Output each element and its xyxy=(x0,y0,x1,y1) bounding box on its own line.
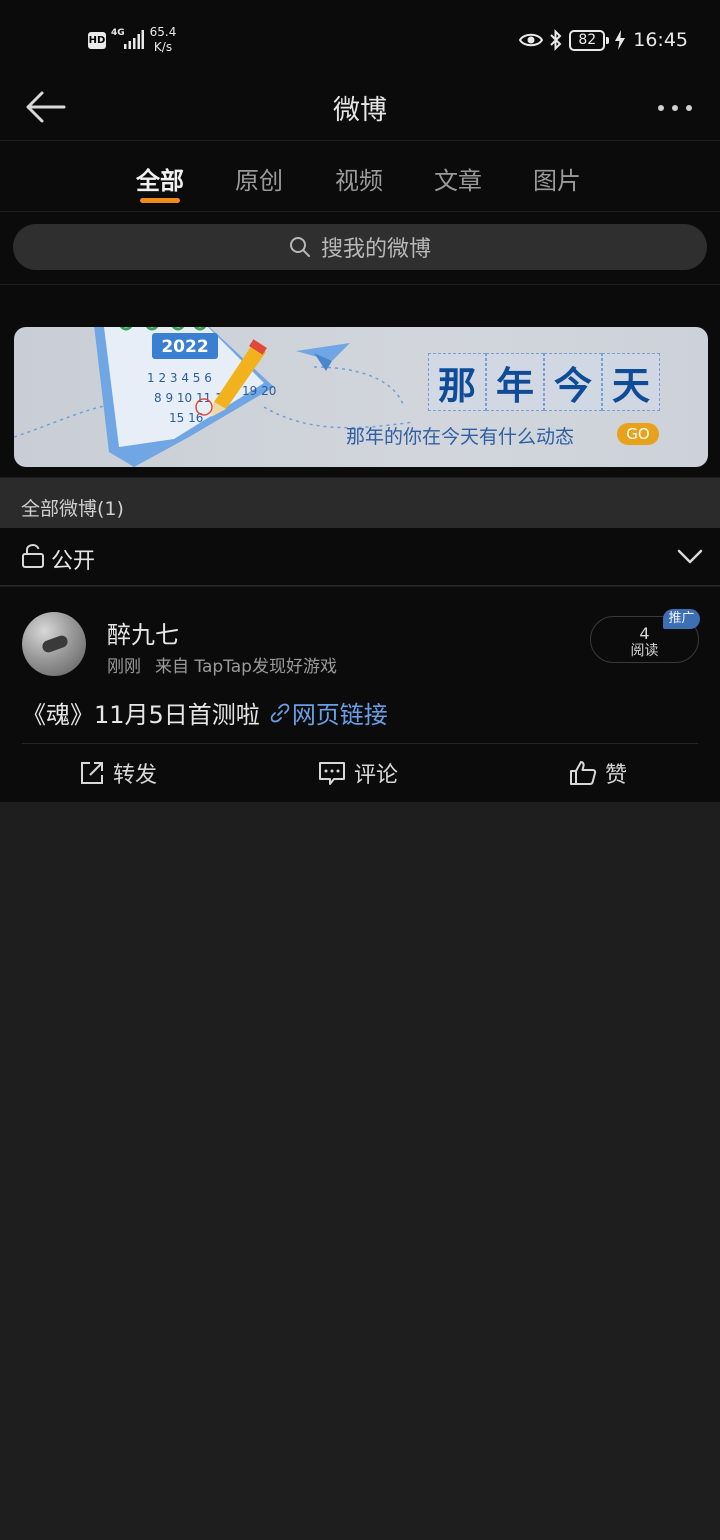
page-title: 微博 xyxy=(333,95,387,126)
tab-video[interactable]: 视频 xyxy=(319,161,399,196)
avatar[interactable] xyxy=(22,612,86,676)
repost-button[interactable]: 转发 xyxy=(79,757,157,789)
search-input[interactable]: 搜我的微博 xyxy=(13,224,707,270)
comment-button[interactable]: 评论 xyxy=(318,757,398,789)
user-name[interactable]: 醉九七 xyxy=(107,615,179,650)
search-placeholder: 搜我的微博 xyxy=(320,237,431,262)
post-meta: 刚刚 来自 TapTap发现好游戏 xyxy=(107,652,337,677)
visibility-filter[interactable]: 公开 xyxy=(0,528,720,586)
net-speed-value: 65.4 xyxy=(149,25,177,39)
share-icon xyxy=(81,762,103,784)
banner-title-char: 今 xyxy=(544,353,602,411)
post-time: 刚刚 xyxy=(107,657,141,677)
banner-title-char: 年 xyxy=(486,353,544,411)
post-actions: 转发 评论 赞 xyxy=(0,745,720,802)
banner-area: 2022 1 2 3 4 5 6 8 9 10 11 12 15 16 19 2… xyxy=(0,285,720,477)
net-speed-unit: K/s xyxy=(153,40,173,54)
post-body: 《魂》11月5日首测啦 xyxy=(22,701,260,729)
tab-article[interactable]: 文章 xyxy=(418,161,498,196)
post-source[interactable]: 来自 TapTap发现好游戏 xyxy=(155,657,337,677)
post-card[interactable]: 醉九七 刚刚 来自 TapTap发现好游戏 4 阅读 推广 《魂》11月5日首测啦… xyxy=(0,587,720,802)
section-header-label: 全部微博(1) xyxy=(21,498,124,520)
battery-indicator: 82 xyxy=(569,29,610,51)
clock: 16:45 xyxy=(633,29,688,51)
svg-text:1 2 3 4 5 6: 1 2 3 4 5 6 xyxy=(147,371,212,385)
tab-all[interactable]: 全部 xyxy=(120,161,200,196)
unlock-icon xyxy=(22,544,44,568)
thumbs-up-icon xyxy=(570,761,597,785)
read-label: 阅读 xyxy=(630,643,659,659)
network-type: 4G xyxy=(111,28,125,38)
eye-icon xyxy=(519,33,544,47)
search-area: 搜我的微博 xyxy=(0,212,720,284)
comment-icon xyxy=(319,762,345,785)
tab-image[interactable]: 图片 xyxy=(517,161,597,196)
banner-title-char: 那 xyxy=(428,353,486,411)
nav-bar: 微博 xyxy=(0,76,720,140)
bluetooth-icon xyxy=(550,29,562,51)
tab-indicator xyxy=(140,198,180,203)
repost-label: 转发 xyxy=(113,763,158,788)
signal-icon xyxy=(124,30,144,49)
banner-subtitle: 那年的你在今天有什么动态 xyxy=(346,426,575,448)
net-speed: 65.4 K/s xyxy=(148,25,178,55)
empty-content-area xyxy=(0,802,720,1540)
svg-text:19 20: 19 20 xyxy=(242,384,276,398)
promo-tag[interactable]: 推广 xyxy=(663,609,700,629)
more-button[interactable] xyxy=(650,88,700,128)
more-dot-icon xyxy=(686,105,692,111)
divider xyxy=(22,743,698,744)
search-icon xyxy=(289,237,310,257)
like-button[interactable]: 赞 xyxy=(569,757,627,789)
more-dot-icon xyxy=(658,105,664,111)
hd-badge: HD xyxy=(88,32,106,49)
web-link-label: 网页链接 xyxy=(291,701,388,729)
svg-text:2022: 2022 xyxy=(161,337,208,357)
chevron-down-icon xyxy=(677,549,703,564)
like-label: 赞 xyxy=(605,763,628,788)
memory-banner[interactable]: 2022 1 2 3 4 5 6 8 9 10 11 12 15 16 19 2… xyxy=(14,327,708,467)
filter-label: 公开 xyxy=(51,549,96,574)
charging-icon xyxy=(615,30,626,50)
banner-title: 那 年 今 天 xyxy=(428,353,660,411)
section-header: 全部微博(1) xyxy=(0,478,720,528)
comment-label: 评论 xyxy=(354,763,399,788)
tab-original[interactable]: 原创 xyxy=(219,161,299,196)
more-dot-icon xyxy=(672,105,678,111)
status-bar: HD 4G 65.4 K/s 82 16:45 xyxy=(0,0,720,76)
link-icon xyxy=(270,703,290,722)
go-button[interactable]: GO xyxy=(617,423,659,445)
tab-bar: 全部 原创 视频 文章 图片 xyxy=(0,141,720,211)
banner-title-char: 天 xyxy=(602,353,660,411)
post-text: 《魂》11月5日首测啦 网页链接 xyxy=(22,695,388,730)
web-link[interactable]: 网页链接 xyxy=(270,695,388,730)
